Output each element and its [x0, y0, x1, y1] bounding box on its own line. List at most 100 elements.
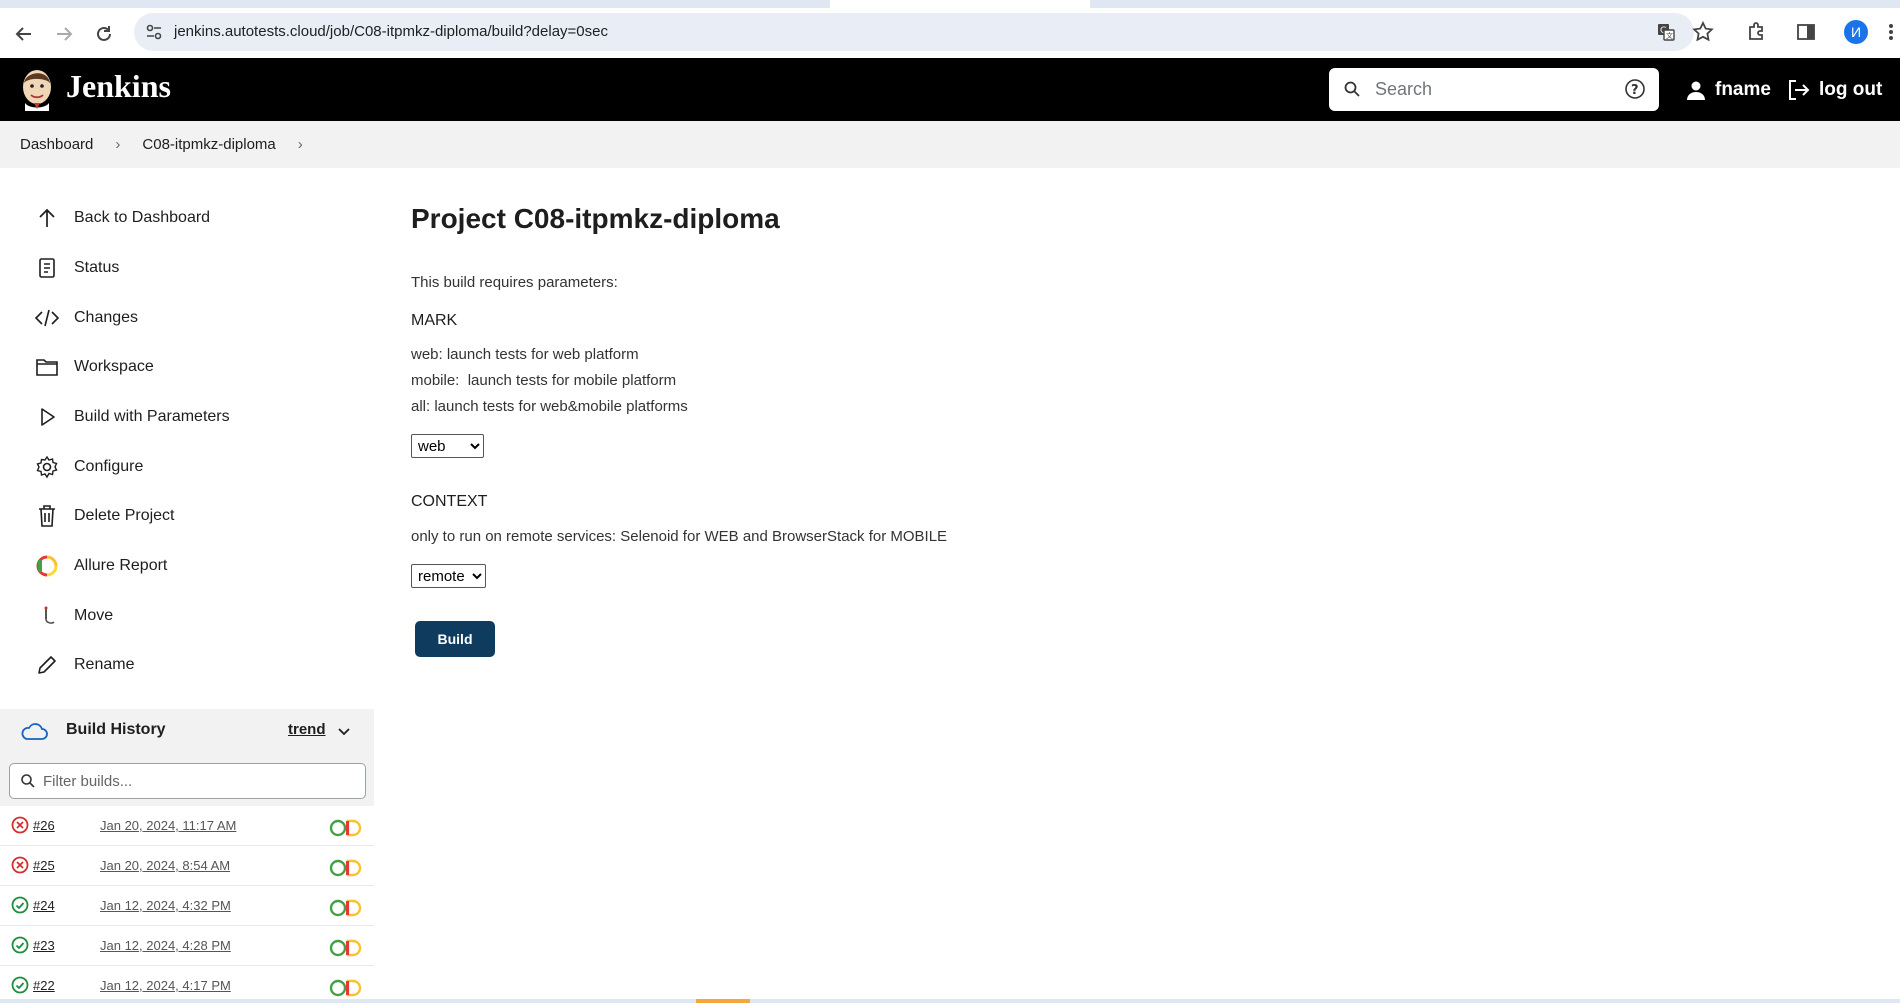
filter-placeholder: Filter builds... — [43, 773, 133, 790]
param-mark-description: mobile: launch tests for mobile platform — [411, 372, 677, 389]
sidebar-item-status[interactable]: Status — [34, 253, 119, 283]
requires-parameters-text: This build requires parameters: — [411, 274, 618, 291]
help-icon[interactable]: ? — [1624, 78, 1646, 100]
search-icon — [20, 773, 36, 789]
success-status-icon — [11, 896, 29, 914]
sidebar-item-label: Status — [74, 259, 120, 276]
sidebar-item-move[interactable]: Move — [34, 601, 113, 631]
sidebar-item-label: Allure Report — [74, 557, 168, 574]
build-date-link[interactable]: Jan 12, 2024, 4:17 PM — [100, 978, 231, 993]
jenkins-header: Jenkins Search ? fname log out — [0, 58, 1900, 121]
bottom-edge — [0, 999, 1900, 1003]
user-link[interactable]: fname — [1685, 76, 1771, 104]
filter-builds-input[interactable]: Filter builds... — [9, 763, 366, 799]
play-icon — [34, 404, 60, 430]
search-icon — [1343, 80, 1361, 98]
sidebar-item-label: Changes — [74, 309, 139, 326]
allure-icon[interactable] — [328, 818, 362, 838]
build-date-link[interactable]: Jan 20, 2024, 8:54 AM — [100, 858, 230, 873]
sidebar-item-configure[interactable]: Configure — [34, 452, 143, 482]
search-box[interactable]: Search ? — [1329, 68, 1659, 111]
sidebar-item-changes[interactable]: Changes — [34, 303, 138, 333]
jenkins-logo-icon[interactable] — [20, 67, 54, 111]
arrow-up-icon — [34, 205, 60, 231]
build-button[interactable]: Build — [415, 621, 495, 657]
sidebar-item-back-to-dashboard[interactable]: Back to Dashboard — [34, 203, 210, 233]
move-icon — [34, 603, 60, 629]
trash-icon — [34, 503, 60, 529]
allure-icon[interactable] — [328, 858, 362, 878]
sidebar-item-rename[interactable]: Rename — [34, 650, 134, 680]
user-icon — [1687, 81, 1705, 100]
chrome-menu-icon[interactable] — [1886, 20, 1896, 44]
breadcrumb-chevron-icon[interactable]: › — [298, 136, 303, 153]
success-status-icon — [11, 936, 29, 954]
build-number-link[interactable]: #22 — [33, 978, 55, 993]
build-number-link[interactable]: #24 — [33, 898, 55, 913]
breadcrumb-project[interactable]: C08-itpmkz-diploma — [142, 136, 275, 153]
breadcrumb: Dashboard › C08-itpmkz-diploma › — [0, 121, 1900, 168]
url-text[interactable]: jenkins.autotests.cloud/job/C08-itpmkz-d… — [174, 23, 608, 40]
breadcrumb-dashboard[interactable]: Dashboard — [20, 136, 93, 153]
bookmark-star-icon[interactable] — [1691, 20, 1715, 44]
forward-icon[interactable] — [50, 20, 78, 48]
build-date-link[interactable]: Jan 12, 2024, 4:32 PM — [100, 898, 231, 913]
allure-icon — [34, 553, 60, 579]
jenkins-title[interactable]: Jenkins — [66, 68, 171, 105]
sidebar-item-allure-report[interactable]: Allure Report — [34, 551, 167, 581]
profile-avatar[interactable]: И — [1844, 20, 1868, 44]
search-input[interactable]: Search — [1375, 79, 1432, 100]
extensions-icon[interactable] — [1745, 20, 1769, 44]
sidebar-item-label: Delete Project — [74, 507, 175, 524]
trend-link[interactable]: trend — [288, 721, 326, 738]
param-mark-name: MARK — [411, 312, 458, 329]
document-icon — [34, 255, 60, 281]
build-number-link[interactable]: #26 — [33, 818, 55, 833]
sidebar-item-build-with-parameters[interactable]: Build with Parameters — [34, 402, 230, 432]
chevron-down-icon[interactable] — [336, 723, 352, 739]
reload-icon[interactable] — [90, 20, 118, 48]
active-tab[interactable] — [830, 0, 1090, 8]
bottom-highlight — [696, 999, 750, 1003]
tab-strip — [0, 0, 1900, 8]
sidebar-item-label: Rename — [74, 656, 135, 673]
build-row: #23 Jan 12, 2024, 4:28 PM — [0, 926, 374, 966]
build-history-panel: Build History trend Filter builds... #26… — [0, 709, 374, 1003]
build-row: #25 Jan 20, 2024, 8:54 AM — [0, 846, 374, 886]
folder-icon — [34, 354, 60, 380]
sidebar-item-label: Workspace — [74, 358, 154, 375]
translate-icon[interactable]: G文 — [1656, 22, 1676, 42]
site-info-icon[interactable] — [144, 22, 164, 42]
address-bar[interactable]: jenkins.autotests.cloud/job/C08-itpmkz-d… — [134, 13, 1694, 51]
user-name: fname — [1715, 79, 1771, 100]
logout-icon — [1789, 80, 1810, 100]
build-number-link[interactable]: #23 — [33, 938, 55, 953]
success-status-icon — [11, 976, 29, 994]
svg-text:文: 文 — [1666, 31, 1673, 40]
build-date-link[interactable]: Jan 20, 2024, 11:17 AM — [100, 818, 236, 833]
side-panel-icon[interactable] — [1794, 20, 1818, 44]
logout-label: log out — [1819, 79, 1883, 100]
sidebar-item-label: Build with Parameters — [74, 408, 230, 425]
build-number-link[interactable]: #25 — [33, 858, 55, 873]
back-icon[interactable] — [10, 20, 38, 48]
param-mark-description: all: launch tests for web&mobile platfor… — [411, 398, 688, 415]
allure-icon[interactable] — [328, 938, 362, 958]
sidebar-item-label: Configure — [74, 458, 144, 475]
build-date-link[interactable]: Jan 12, 2024, 4:28 PM — [100, 938, 231, 953]
mark-select[interactable]: web — [411, 434, 484, 458]
logout-link[interactable]: log out — [1787, 76, 1882, 104]
allure-icon[interactable] — [328, 978, 362, 998]
sidebar-item-delete-project[interactable]: Delete Project — [34, 501, 175, 531]
sidebar-item-workspace[interactable]: Workspace — [34, 352, 154, 382]
allure-icon[interactable] — [328, 898, 362, 918]
page-title: Project C08-itpmkz-diploma — [411, 203, 780, 234]
gear-icon — [34, 454, 60, 480]
svg-text:?: ? — [1631, 83, 1639, 98]
sidebar-item-label: Back to Dashboard — [74, 209, 211, 226]
sidebar-item-label: Move — [74, 607, 114, 624]
code-icon — [34, 305, 60, 331]
build-row: #26 Jan 20, 2024, 11:17 AM — [0, 806, 374, 846]
breadcrumb-chevron-icon: › — [115, 136, 121, 153]
context-select[interactable]: remote — [411, 564, 486, 588]
